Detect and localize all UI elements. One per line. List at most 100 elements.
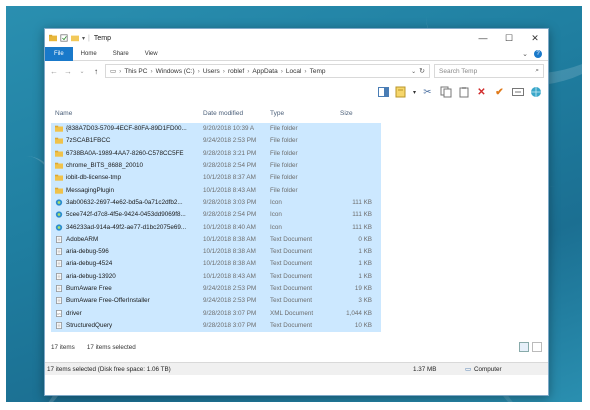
forward-arrow-icon[interactable]: → bbox=[63, 67, 73, 76]
quick-access-dropdown-icon[interactable]: ▾ bbox=[82, 35, 85, 42]
preview-pane-icon[interactable] bbox=[377, 86, 390, 99]
table-row[interactable]: 5cee742f-d7c8-4f5e-9424-0453dd9069f8... 9… bbox=[51, 209, 381, 222]
details-view-button[interactable] bbox=[519, 342, 529, 352]
file-date: 9/28/2018 2:54 PM bbox=[203, 211, 257, 219]
window-title: Temp bbox=[93, 34, 111, 42]
pc-icon: ▭ bbox=[110, 68, 117, 75]
breadcrumb-temp[interactable]: Temp bbox=[310, 68, 326, 75]
help-icon[interactable]: ? bbox=[534, 49, 542, 58]
notes-dropdown-icon[interactable]: ▾ bbox=[413, 89, 416, 96]
notes-icon[interactable] bbox=[395, 86, 408, 99]
breadcrumb-appdata[interactable]: AppData bbox=[252, 68, 277, 75]
table-row[interactable]: </> driver 9/28/2018 3:07 PM XML Document 1,… bbox=[51, 307, 381, 320]
delete-icon[interactable]: ✕ bbox=[475, 86, 488, 99]
table-row[interactable]: BurnAware Free 9/24/2018 2:53 PM Text Docu… bbox=[51, 282, 381, 296]
column-header-date[interactable]: Date modified bbox=[199, 110, 266, 117]
paste-icon[interactable] bbox=[457, 86, 470, 99]
table-row[interactable]: MessagingPlugin 10/1/2018 8:43 AM File fol… bbox=[51, 184, 381, 197]
file-date: 10/1/2018 8:38 AM bbox=[203, 235, 256, 243]
table-row[interactable]: BurnAware Free-OfferInstaller 9/24/2018 2… bbox=[51, 295, 381, 308]
cut-icon[interactable]: ✂ bbox=[421, 86, 434, 99]
table-row[interactable]: AdobeARM 10/1/2018 8:38 AM Text Document 0 … bbox=[51, 233, 381, 246]
status-bar: 17 items 17 items selected bbox=[45, 341, 548, 353]
back-arrow-icon[interactable]: ← bbox=[49, 67, 59, 76]
large-icons-view-button[interactable] bbox=[532, 342, 542, 352]
breadcrumb-this-pc[interactable]: This PC bbox=[124, 68, 147, 75]
table-row[interactable]: StructuredQuery 9/28/2018 3:07 PM Text Doc… bbox=[51, 319, 381, 333]
file-name: aria-debug-4524 bbox=[51, 260, 199, 268]
xml-document-icon: </> bbox=[55, 309, 63, 317]
globe-icon[interactable] bbox=[529, 86, 542, 99]
explorer-window: ▾ | Temp — ☐ ✕ File Home Share View ⌄ ? … bbox=[44, 28, 549, 396]
column-header-name[interactable]: Name bbox=[51, 110, 199, 117]
tab-file[interactable]: File bbox=[45, 46, 73, 61]
file-type: Text Document bbox=[270, 248, 312, 256]
text-document-icon bbox=[55, 297, 63, 305]
expand-ribbon-icon[interactable]: ⌄ bbox=[522, 50, 528, 58]
icon-file-icon bbox=[55, 211, 63, 218]
folder-icon bbox=[55, 150, 63, 157]
table-row[interactable]: 7zSCAB1FBCC 9/24/2018 2:53 PM File folder bbox=[51, 135, 381, 148]
tab-home[interactable]: Home bbox=[73, 47, 105, 61]
file-size: 1 KB bbox=[358, 248, 372, 256]
maximize-button[interactable]: ☐ bbox=[496, 29, 522, 47]
tab-share[interactable]: Share bbox=[105, 47, 137, 61]
text-document-icon bbox=[55, 272, 63, 280]
breadcrumb-users[interactable]: Users bbox=[203, 68, 220, 75]
file-date: 10/1/2018 8:38 AM bbox=[203, 260, 256, 268]
file-type: Text Document bbox=[270, 272, 312, 280]
file-date: 10/1/2018 8:37 AM bbox=[203, 174, 256, 182]
file-size: 19 KB bbox=[354, 285, 372, 292]
table-row[interactable]: 6738BA0A-1989-4AA7-8260-C578CC5FE 9/28/20… bbox=[51, 147, 381, 160]
close-button[interactable]: ✕ bbox=[522, 29, 548, 47]
address-bar[interactable]: ▭ › This PC › Windows (C:) › Users › rob… bbox=[105, 64, 430, 78]
file-list: Name Date modified Type Size {838A7D03-5… bbox=[51, 105, 381, 345]
text-document-icon bbox=[55, 321, 63, 329]
file-name-label: 346233ad-914a-49f2-ae77-d1bc2075e69... bbox=[66, 223, 187, 231]
address-dropdown-icon[interactable]: ⌄ bbox=[411, 68, 416, 75]
file-name: BurnAware Free-OfferInstaller bbox=[51, 297, 199, 305]
breadcrumb-roblef[interactable]: roblef bbox=[228, 68, 244, 75]
recent-locations-icon[interactable]: ⌄ bbox=[77, 68, 87, 75]
title-separator: | bbox=[88, 34, 90, 42]
file-size: 1 KB bbox=[358, 272, 372, 280]
column-header-type[interactable]: Type bbox=[266, 110, 336, 117]
file-name: 7zSCAB1FBCC bbox=[51, 137, 199, 144]
crumb-separator: › bbox=[280, 67, 283, 75]
file-date: 9/28/2018 3:03 PM bbox=[203, 198, 257, 206]
file-date: 9/24/2018 2:53 PM bbox=[203, 297, 257, 305]
rename-icon[interactable] bbox=[511, 86, 524, 99]
breadcrumb-windows-c[interactable]: Windows (C:) bbox=[156, 68, 195, 75]
properties-icon[interactable] bbox=[60, 34, 68, 42]
bottom-info-bar: 17 items selected (Disk free space: 1.06… bbox=[45, 362, 548, 375]
crumb-separator: › bbox=[222, 67, 225, 75]
table-row[interactable]: iobit-db-license-tmp 10/1/2018 8:37 AM Fil… bbox=[51, 172, 381, 185]
file-name: iobit-db-license-tmp bbox=[51, 174, 199, 181]
tab-view[interactable]: View bbox=[137, 47, 166, 61]
minimize-button[interactable]: — bbox=[470, 29, 496, 47]
file-date: 10/1/2018 8:43 AM bbox=[203, 186, 256, 194]
table-row[interactable]: {838A7D03-5709-4ECF-80FA-89D1FD00... 9/20… bbox=[51, 123, 381, 136]
breadcrumb-local[interactable]: Local bbox=[286, 68, 302, 75]
file-name: 346233ad-914a-49f2-ae77-d1bc2075e69... bbox=[51, 224, 199, 231]
search-input[interactable]: Search Temp ⌕ bbox=[434, 64, 544, 78]
checkmark-icon[interactable]: ✔ bbox=[493, 86, 506, 99]
new-folder-icon[interactable] bbox=[71, 34, 79, 42]
table-row[interactable]: 346233ad-914a-49f2-ae77-d1bc2075e69... 10… bbox=[51, 221, 381, 234]
table-row[interactable]: aria-debug-13920 10/1/2018 8:43 AM Text Do… bbox=[51, 270, 381, 283]
file-date: 9/24/2018 2:53 PM bbox=[203, 285, 257, 292]
file-name: 6738BA0A-1989-4AA7-8260-C578CC5FE bbox=[51, 150, 199, 157]
table-row[interactable]: 3ab00632-2697-4e62-bd5a-0a71c2dfb2... 9/2… bbox=[51, 196, 381, 210]
table-row[interactable]: chrome_BITS_8688_20010 9/28/2018 2:54 PM F… bbox=[51, 159, 381, 173]
refresh-icon[interactable]: ↻ bbox=[419, 67, 425, 75]
column-header-size[interactable]: Size bbox=[336, 110, 376, 117]
item-count: 17 items bbox=[51, 343, 75, 351]
copy-icon[interactable] bbox=[439, 86, 452, 99]
table-row[interactable]: aria-debug-596 10/1/2018 8:38 AM Text Docu… bbox=[51, 245, 381, 259]
file-date: 9/20/2018 10:39 A bbox=[203, 125, 255, 133]
up-arrow-icon[interactable]: ↑ bbox=[91, 67, 101, 76]
file-name-label: StructuredQuery bbox=[66, 321, 113, 329]
file-date: 9/28/2018 3:21 PM bbox=[203, 149, 257, 157]
file-size: 3 KB bbox=[358, 297, 372, 305]
table-row[interactable]: aria-debug-4524 10/1/2018 8:38 AM Text Doc… bbox=[51, 258, 381, 271]
